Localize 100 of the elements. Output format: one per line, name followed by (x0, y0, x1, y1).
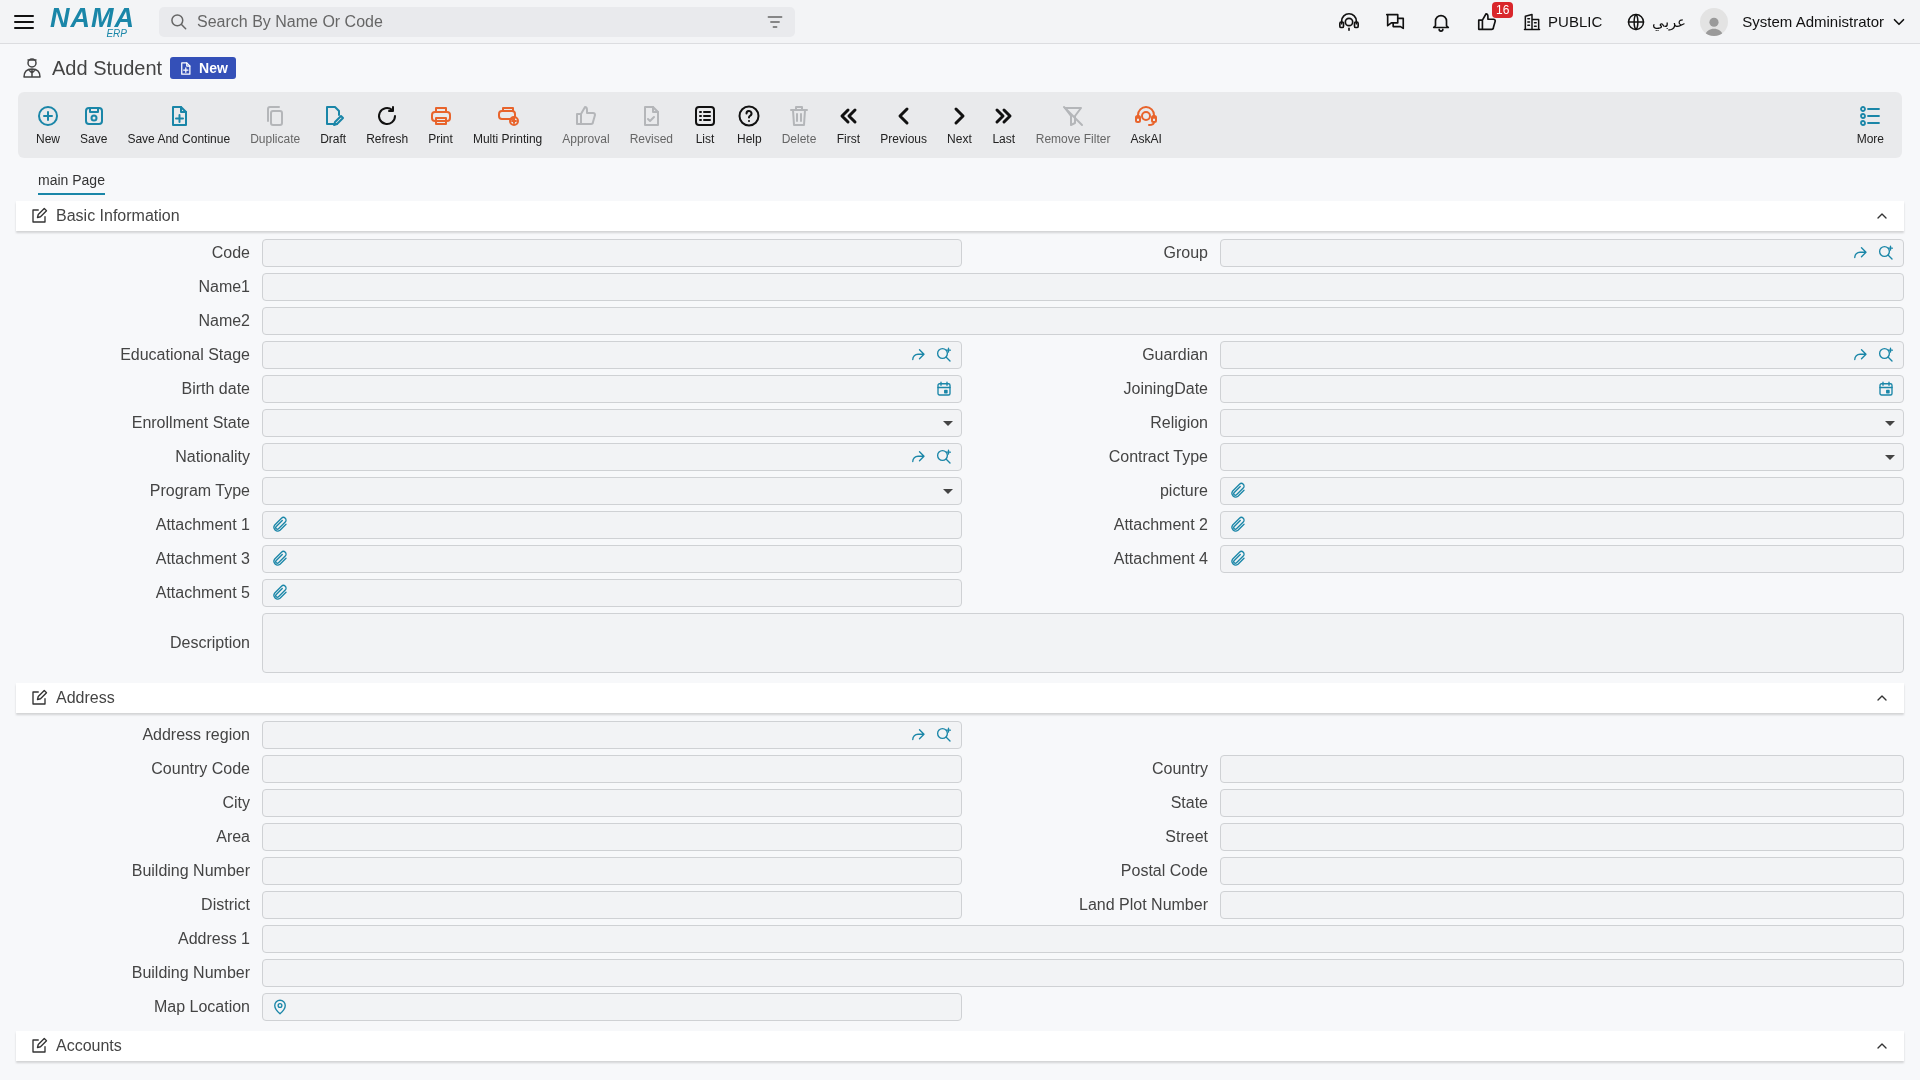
field-label: Building Number (130, 964, 250, 982)
input-field[interactable] (262, 477, 962, 505)
input-field[interactable] (262, 993, 962, 1021)
input-field[interactable] (1220, 443, 1904, 471)
input-field[interactable] (262, 789, 962, 817)
toolbar-button[interactable]: Draft (312, 104, 355, 146)
toolbar-button[interactable]: First (828, 104, 869, 146)
input-field[interactable] (1220, 545, 1904, 573)
toolbar-button[interactable]: Save And Continue (119, 104, 239, 146)
caret-icon (943, 420, 953, 426)
field-label: Nationality (174, 448, 250, 466)
search-plus-icon (1877, 244, 1895, 262)
field-label: Group (1162, 244, 1208, 262)
input-field[interactable] (262, 341, 962, 369)
toolbar-button[interactable]: New (28, 104, 68, 146)
field-label: JoiningDate (1122, 380, 1208, 398)
toolbar-button[interactable]: Last (983, 104, 1024, 146)
input-field[interactable] (1220, 823, 1904, 851)
toolbar-button[interactable]: Next (939, 104, 980, 146)
input-field[interactable] (262, 511, 962, 539)
toolbar-button[interactable]: AskAI (1122, 104, 1170, 146)
input-field[interactable] (262, 239, 962, 267)
field-label: Map Location (152, 998, 250, 1016)
field-label: State (1169, 794, 1208, 812)
section-header[interactable]: Basic Information (16, 201, 1904, 231)
input-field[interactable] (262, 375, 962, 403)
field-label: Country (1150, 760, 1208, 778)
field-label: Description (168, 634, 250, 652)
input-field[interactable] (262, 273, 1904, 301)
tab[interactable]: main Page (38, 168, 105, 195)
section-header[interactable]: Address (16, 683, 1904, 713)
paperclip-icon (1229, 482, 1247, 500)
language-button[interactable]: عربي (1626, 11, 1687, 32)
field-label: Educational Stage (119, 346, 250, 364)
input-field[interactable] (262, 579, 962, 607)
paperclip-icon (1229, 550, 1247, 568)
input-field[interactable] (1220, 891, 1904, 919)
caret-icon (1885, 420, 1895, 426)
input-field[interactable] (262, 959, 1904, 987)
toolbar-button[interactable]: Refresh (358, 104, 417, 146)
field-label: Address region (141, 726, 250, 744)
toolbar-button[interactable]: Print (420, 104, 461, 146)
input-field[interactable] (1220, 857, 1904, 885)
input-field[interactable] (1220, 789, 1904, 817)
input-field[interactable] (1220, 755, 1904, 783)
field-label: Name1 (197, 278, 250, 296)
field-label: Attachment 4 (1112, 550, 1208, 568)
field-label: Code (210, 244, 250, 262)
toolbar-button[interactable]: Save (72, 104, 116, 146)
field-label: Attachment 2 (1112, 516, 1208, 534)
field-label: Attachment 5 (154, 584, 250, 602)
input-field[interactable] (262, 613, 1904, 673)
field-label: Attachment 3 (154, 550, 250, 568)
input-field[interactable] (1220, 477, 1904, 505)
field-label: City (221, 794, 250, 812)
input-field[interactable] (1220, 511, 1904, 539)
input-field[interactable] (262, 925, 1904, 953)
student-icon (20, 56, 44, 80)
input-field[interactable] (262, 721, 962, 749)
edit-icon (30, 207, 48, 225)
list-bullets-icon (1858, 104, 1883, 128)
input-field[interactable] (262, 823, 962, 851)
field-label: Country Code (150, 760, 250, 778)
input-field[interactable] (262, 443, 962, 471)
section-header[interactable]: Accounts (16, 1031, 1904, 1061)
field-label: Enrollment State (130, 414, 250, 432)
input-field[interactable] (262, 307, 1904, 335)
toolbar-button[interactable]: Help (729, 104, 770, 146)
thumbs-up-icon (1476, 10, 1499, 33)
input-field[interactable] (1220, 341, 1904, 369)
edit-icon (30, 689, 48, 707)
map-pin-icon (271, 998, 289, 1016)
search-field[interactable]: Search By Name Or Code (159, 6, 795, 37)
ai-support-button[interactable] (1338, 10, 1361, 33)
search-plus-icon (1877, 346, 1895, 364)
field-label: Birth date (180, 380, 250, 398)
more-button[interactable]: More (1848, 104, 1892, 146)
field-label: Area (215, 828, 250, 846)
user-menu-button[interactable]: System Administrator (1742, 12, 1908, 31)
edit-icon (30, 1037, 48, 1055)
field-label: Contract Type (1107, 448, 1208, 466)
branch-button[interactable]: PUBLIC (1522, 11, 1603, 32)
toolbar-button[interactable]: List (685, 104, 725, 146)
search-plus-icon (935, 448, 953, 466)
input-field[interactable] (262, 755, 962, 783)
input-field[interactable] (262, 857, 962, 885)
toolbar-button[interactable]: Multi Printing (464, 104, 551, 146)
field-label: District (200, 896, 250, 914)
toolbar-button[interactable]: Previous (872, 104, 936, 146)
input-field[interactable] (1220, 409, 1904, 437)
approvals-button[interactable] (1476, 10, 1499, 33)
search-plus-icon (935, 346, 953, 364)
input-field[interactable] (262, 545, 962, 573)
calendar-icon (935, 380, 953, 398)
input-field[interactable] (262, 409, 962, 437)
input-field[interactable] (1220, 375, 1904, 403)
calendar-icon (1877, 380, 1895, 398)
input-field[interactable] (262, 891, 962, 919)
field-label: Program Type (148, 482, 250, 500)
input-field[interactable] (1220, 239, 1904, 267)
